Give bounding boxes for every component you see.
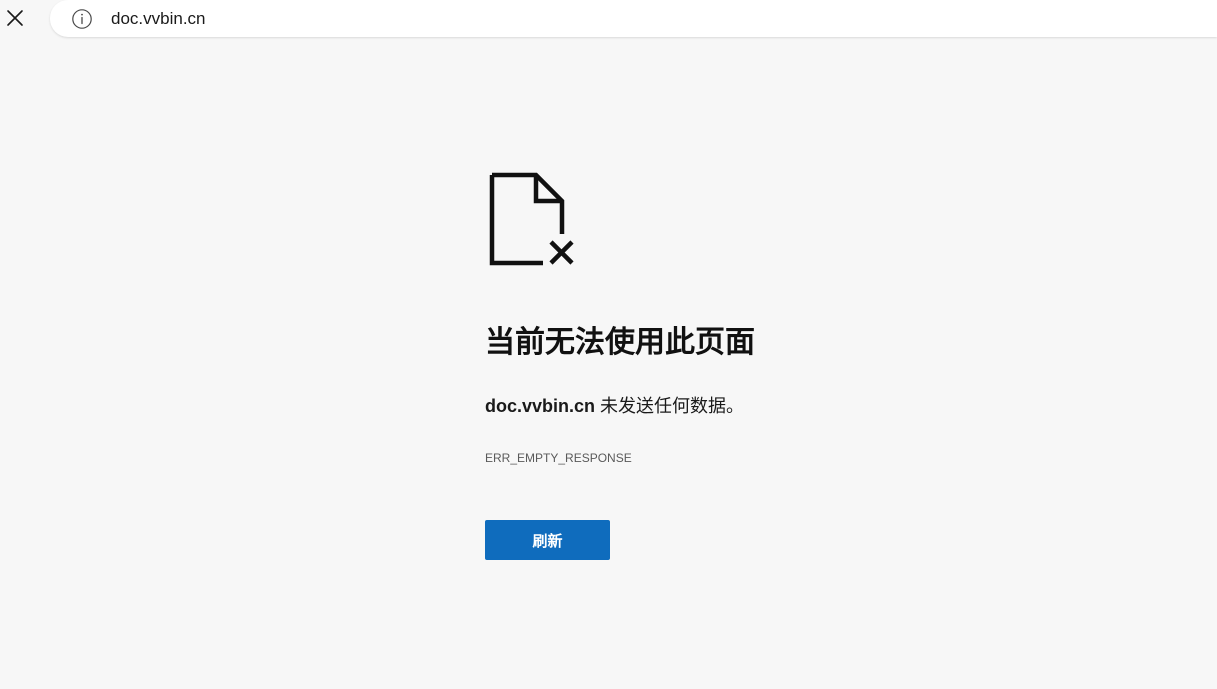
site-info-button[interactable] xyxy=(71,8,93,30)
close-icon xyxy=(7,10,23,26)
document-error-icon xyxy=(489,172,574,266)
browser-toolbar: doc.vvbin.cn xyxy=(0,0,1217,38)
info-icon xyxy=(72,9,92,29)
reload-button[interactable]: 刷新 xyxy=(485,520,610,560)
url-text[interactable]: doc.vvbin.cn xyxy=(111,9,206,29)
error-title: 当前无法使用此页面 xyxy=(485,326,755,359)
error-host: doc.vvbin.cn xyxy=(485,396,596,416)
error-message: 未发送任何数据。 xyxy=(595,396,745,416)
address-bar[interactable]: doc.vvbin.cn xyxy=(50,0,1217,37)
error-description: doc.vvbin.cn 未发送任何数据。 xyxy=(485,394,744,418)
close-button[interactable] xyxy=(2,5,28,31)
error-code: ERR_EMPTY_RESPONSE xyxy=(485,451,632,465)
